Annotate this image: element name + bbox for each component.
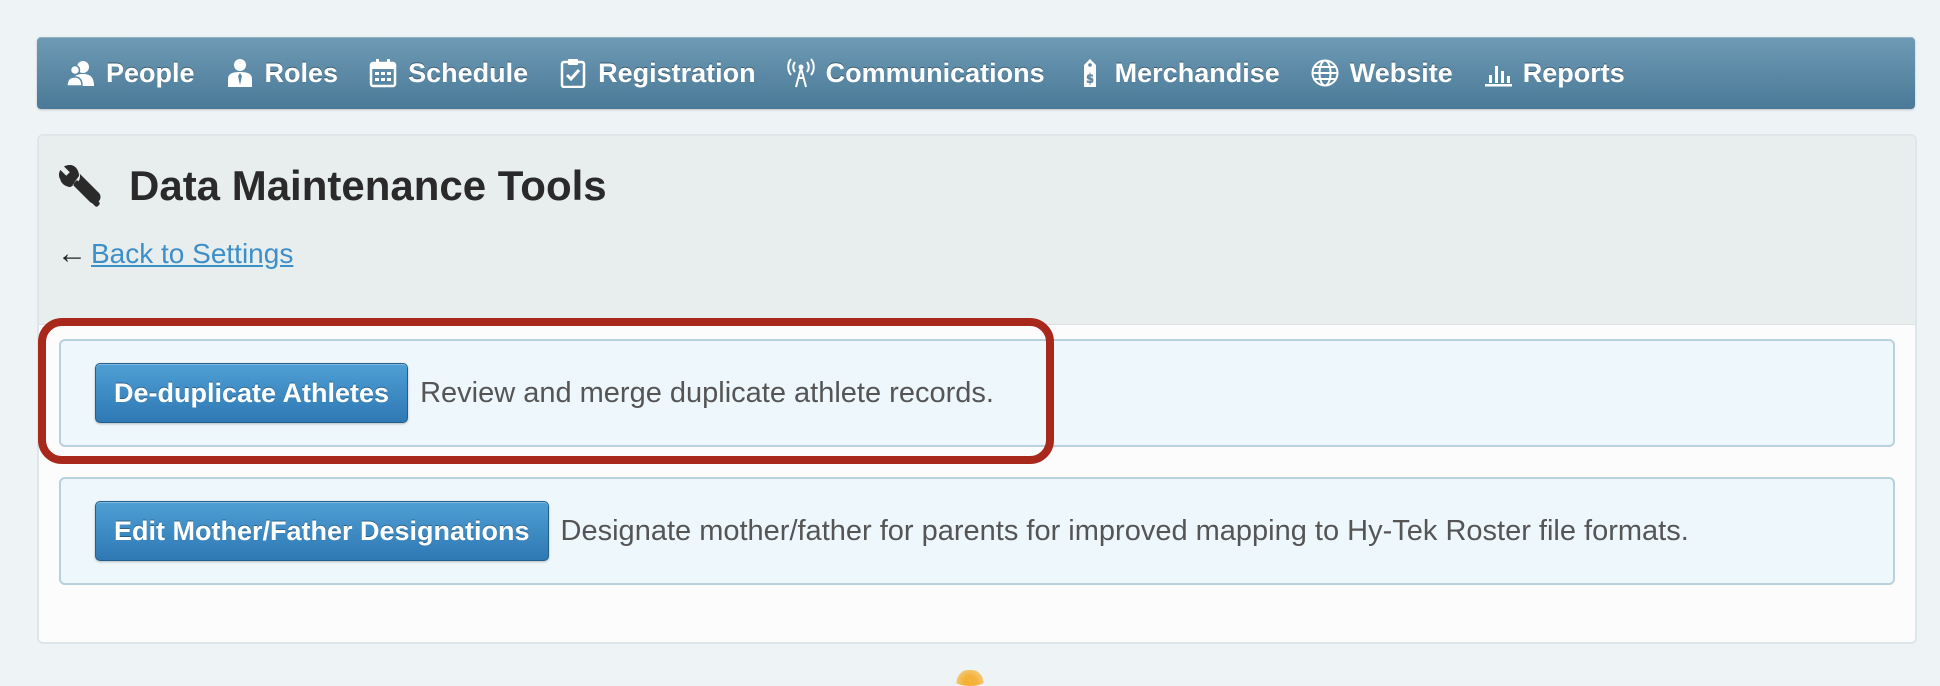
back-to-settings-link[interactable]: Back to Settings — [91, 238, 293, 270]
user-tie-icon — [225, 58, 255, 88]
nav-label: Registration — [598, 57, 756, 88]
nav-label: People — [106, 57, 195, 88]
nav-item-communications[interactable]: Communications — [786, 58, 1045, 89]
tool-description: Review and merge duplicate athlete recor… — [420, 376, 994, 409]
edit-mother-father-button[interactable]: Edit Mother/Father Designations — [95, 501, 549, 561]
nav-label: Schedule — [408, 57, 529, 88]
nav-label: Roles — [264, 57, 339, 88]
nav-item-website[interactable]: Website — [1310, 58, 1453, 89]
svg-text:$: $ — [1085, 72, 1093, 86]
price-tag-icon: $ — [1075, 58, 1105, 88]
nav-label: Website — [1349, 57, 1453, 88]
bar-chart-icon — [1483, 58, 1513, 88]
left-arrow-icon: ← — [57, 237, 87, 270]
nav-item-merchandise[interactable]: $ Merchandise — [1075, 58, 1280, 89]
nav-item-registration[interactable]: Registration — [558, 58, 756, 89]
footer-logo-icon — [952, 670, 988, 686]
nav-item-people[interactable]: People — [66, 58, 195, 89]
tool-description: Designate mother/father for parents for … — [560, 514, 1689, 547]
deduplicate-athletes-button[interactable]: De-duplicate Athletes — [95, 363, 409, 423]
globe-icon — [1310, 58, 1340, 88]
broadcast-tower-icon — [786, 58, 816, 88]
main-navbar: People Roles Schedule Registration Commu… — [37, 37, 1915, 109]
nav-item-roles[interactable]: Roles — [225, 57, 339, 89]
people-icon — [66, 58, 96, 88]
nav-item-schedule[interactable]: Schedule — [368, 58, 528, 89]
page-title: Data Maintenance Tools — [129, 162, 607, 209]
clipboard-check-icon — [558, 58, 588, 88]
tool-row-mother-father: Edit Mother/Father Designations Designat… — [59, 477, 1895, 585]
calendar-icon — [368, 58, 398, 88]
nav-label: Reports — [1522, 57, 1625, 88]
nav-label: Communications — [825, 57, 1045, 88]
tool-row-deduplicate: De-duplicate Athletes Review and merge d… — [59, 339, 1895, 447]
nav-item-reports[interactable]: Reports — [1483, 58, 1625, 89]
wrench-icon — [57, 163, 103, 209]
data-maintenance-panel: Data Maintenance Tools ← Back to Setting… — [37, 134, 1917, 644]
nav-label: Merchandise — [1114, 57, 1280, 88]
title-row: Data Maintenance Tools — [57, 162, 607, 210]
panel-header: Data Maintenance Tools ← Back to Setting… — [39, 136, 1915, 325]
back-row: ← Back to Settings — [57, 237, 293, 271]
